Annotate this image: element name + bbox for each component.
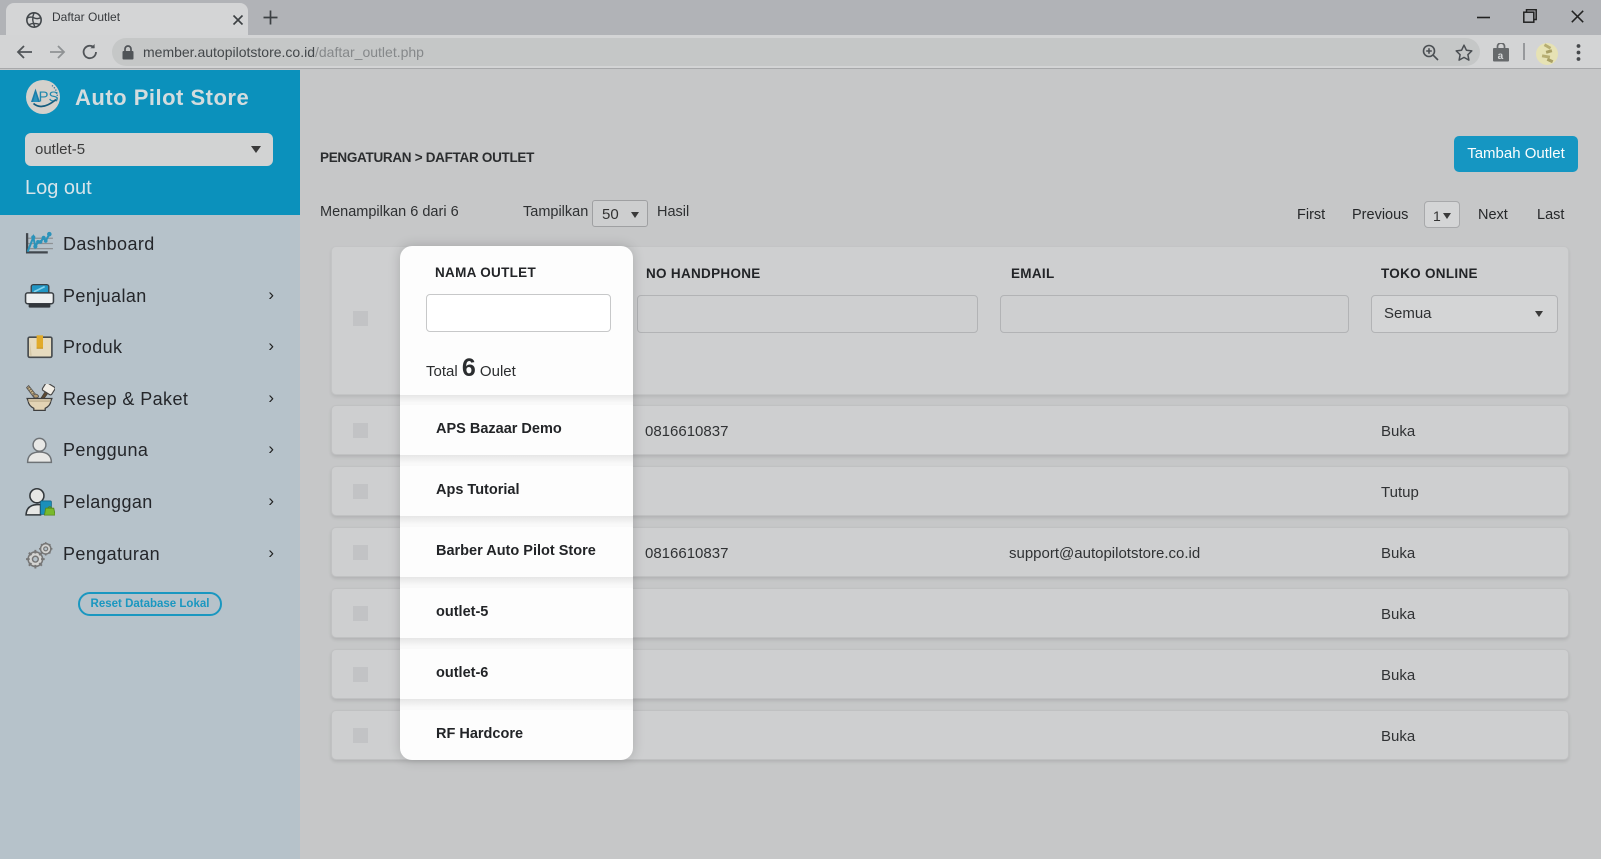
svg-text:a: a: [1498, 51, 1504, 62]
svg-text:PS: PS: [39, 89, 59, 106]
